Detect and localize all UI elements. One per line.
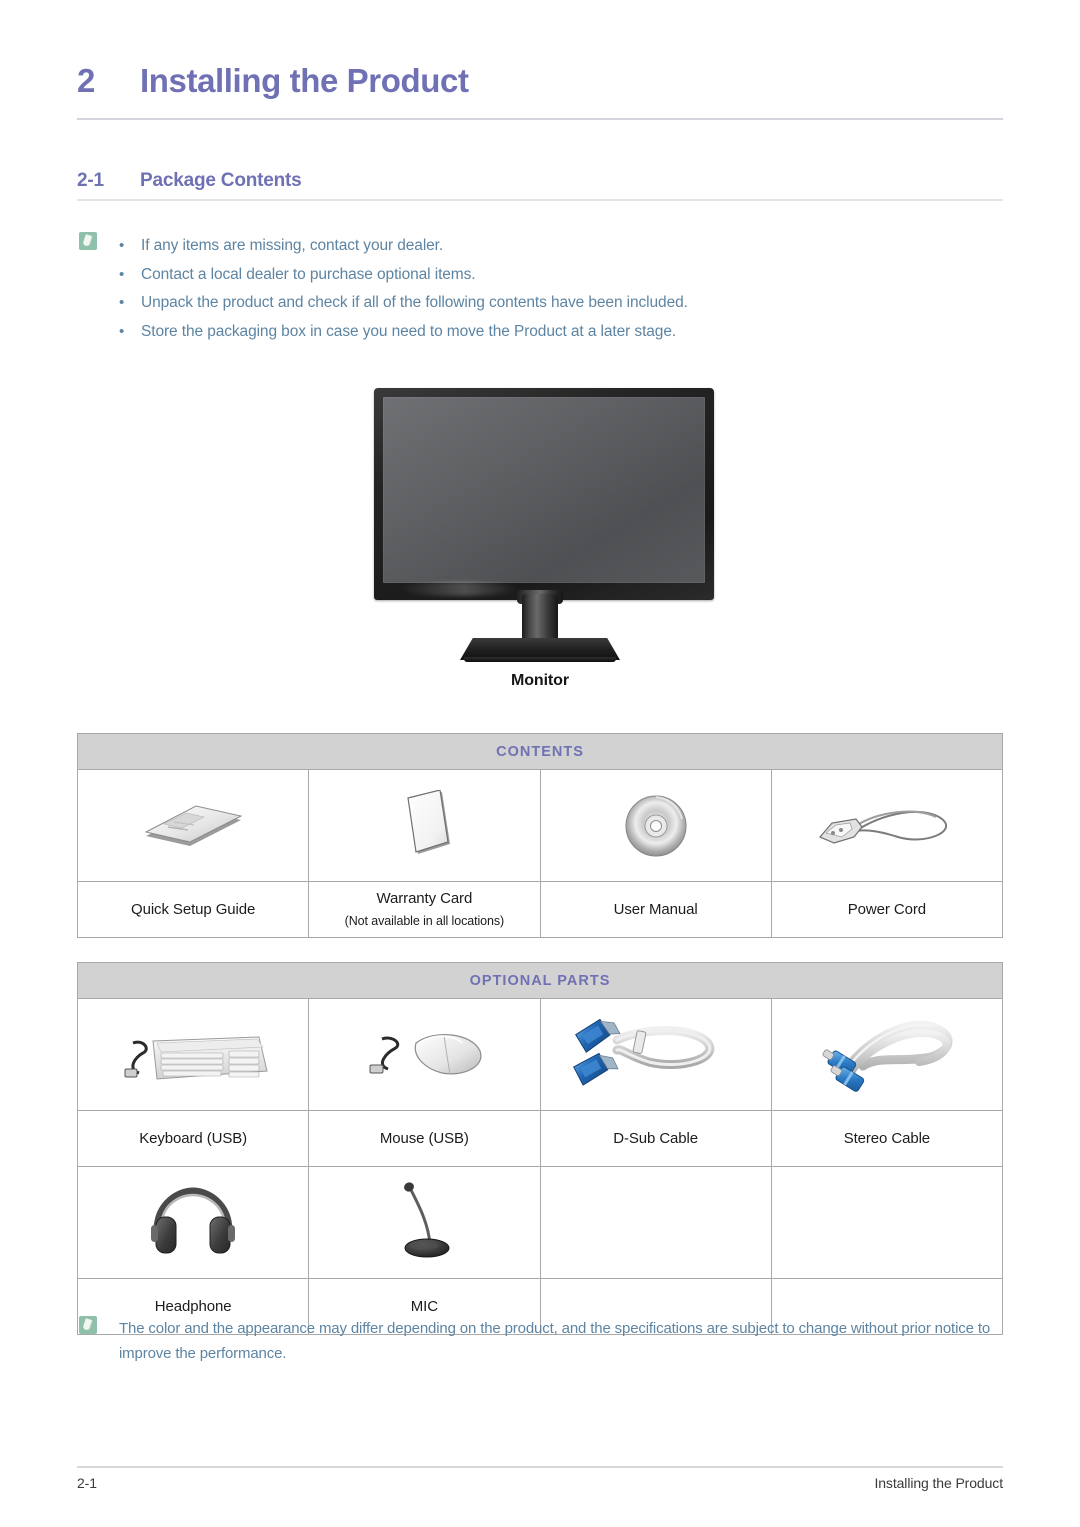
cd-disc-icon xyxy=(541,770,771,881)
label-quick-setup-guide: Quick Setup Guide xyxy=(76,881,310,938)
keyboard-icon xyxy=(78,999,308,1110)
headphone-icon xyxy=(78,1167,308,1278)
list-item-label: Store the packaging box in case you need… xyxy=(141,322,677,340)
note-bottom-text: The color and the appearance may differ … xyxy=(119,1320,991,1362)
table-row xyxy=(76,769,1004,882)
table-row xyxy=(76,1166,1004,1279)
cell-quick-setup-guide-image xyxy=(76,769,310,882)
label-stereo-cable: Stereo Cable xyxy=(770,1110,1004,1167)
cell-dsub-cable-image xyxy=(539,998,772,1111)
note-bullet-list: • If any items are missing, contact your… xyxy=(119,232,1003,346)
optional-parts-table-header: OPTIONAL PARTS xyxy=(77,962,1003,999)
monitor-figure: Monitor xyxy=(77,388,1003,708)
optional-parts-table: OPTIONAL PARTS Keyboard (USB) Mouse (USB… xyxy=(76,962,1004,1335)
chapter-heading: 2 Installing the Product xyxy=(77,62,1003,100)
table-header-row: CONTENTS xyxy=(77,733,1003,770)
list-item-label: Contact a local dealer to purchase optio… xyxy=(141,265,476,283)
item-label: Mouse (USB) xyxy=(379,1129,469,1147)
cell-mouse-image xyxy=(308,998,541,1111)
cell-keyboard-image xyxy=(76,998,310,1111)
chapter-number: 2 xyxy=(77,62,95,99)
monitor-caption: Monitor xyxy=(511,672,569,689)
cell-empty-image-1 xyxy=(539,1166,772,1279)
cell-stereo-cable-image xyxy=(770,998,1004,1111)
d-sub-cable-icon xyxy=(541,999,771,1110)
monitor-base-edge xyxy=(464,657,616,662)
microphone-icon xyxy=(309,1167,539,1278)
item-label: Power Cord xyxy=(847,900,926,918)
monitor-screen xyxy=(383,397,705,583)
note-icon xyxy=(79,232,97,250)
item-label: MIC xyxy=(410,1297,438,1315)
item-sublabel: (Not available in all locations) xyxy=(344,913,505,928)
note-block-top: • If any items are missing, contact your… xyxy=(79,232,1003,346)
chapter-divider xyxy=(77,118,1003,120)
bullet-glyph: • xyxy=(119,322,125,340)
mouse-icon xyxy=(309,999,539,1110)
note-block-bottom: The color and the appearance may differ … xyxy=(79,1316,1003,1366)
label-mouse: Mouse (USB) xyxy=(308,1110,541,1167)
section-title: Package Contents xyxy=(140,170,302,191)
table-header-row: OPTIONAL PARTS xyxy=(77,962,1003,999)
label-warranty-card: Warranty Card (Not available in all loca… xyxy=(308,881,541,938)
section-heading: 2-1 Package Contents xyxy=(77,170,1003,192)
list-item-label: Unpack the product and check if all of t… xyxy=(141,294,688,311)
list-item: • Contact a local dealer to purchase opt… xyxy=(119,261,1003,290)
chapter-title: Installing the Product xyxy=(140,62,469,99)
page-footer: 2-1 Installing the Product xyxy=(77,1475,1003,1491)
bullet-glyph: • xyxy=(119,237,125,254)
list-item-label: If any items are missing, contact your d… xyxy=(141,237,444,254)
table-row: Quick Setup Guide Warranty Card (Not ava… xyxy=(76,881,1004,938)
label-user-manual: User Manual xyxy=(539,881,772,938)
list-item: • Unpack the product and check if all of… xyxy=(119,289,1003,318)
document-page: 2 Installing the Product 2-1 Package Con… xyxy=(0,0,1080,1527)
power-cord-icon xyxy=(772,770,1002,881)
cell-user-manual-image xyxy=(539,769,772,882)
contents-table-header: CONTENTS xyxy=(77,733,1003,770)
footer-chapter-label: Installing the Product xyxy=(874,1475,1003,1491)
item-label: Headphone xyxy=(154,1297,232,1315)
booklet-icon xyxy=(78,770,308,881)
cell-empty-image-2 xyxy=(770,1166,1004,1279)
bullet-glyph: • xyxy=(119,265,125,283)
monitor-gloss xyxy=(399,582,519,596)
cell-headphone-image xyxy=(76,1166,310,1279)
item-label: User Manual xyxy=(613,900,698,918)
card-icon xyxy=(309,770,539,881)
bullet-glyph: • xyxy=(119,294,125,311)
table-row: Keyboard (USB) Mouse (USB) D-Sub Cable S… xyxy=(76,1110,1004,1167)
monitor-bezel xyxy=(374,388,714,600)
monitor-icon xyxy=(364,388,716,662)
item-label: D-Sub Cable xyxy=(613,1129,699,1147)
item-label: Warranty Card xyxy=(376,889,473,907)
section-divider xyxy=(77,199,1003,201)
contents-table: CONTENTS Quick Setup Guide Warranty Card… xyxy=(76,733,1004,938)
label-power-cord: Power Cord xyxy=(770,881,1004,938)
footer-divider xyxy=(77,1466,1003,1468)
list-item: • If any items are missing, contact your… xyxy=(119,232,1003,261)
item-label: Stereo Cable xyxy=(843,1129,931,1147)
item-label: Keyboard (USB) xyxy=(139,1129,248,1147)
table-row xyxy=(76,998,1004,1111)
list-item: • Store the packaging box in case you ne… xyxy=(119,318,1003,347)
note-icon xyxy=(79,1316,97,1334)
item-label: Quick Setup Guide xyxy=(131,900,256,918)
section-number: 2-1 xyxy=(77,170,104,191)
footer-page-number: 2-1 xyxy=(77,1475,97,1491)
cell-microphone-image xyxy=(308,1166,541,1279)
stereo-cable-icon xyxy=(772,999,1002,1110)
cell-warranty-card-image xyxy=(308,769,541,882)
label-dsub-cable: D-Sub Cable xyxy=(539,1110,772,1167)
cell-power-cord-image xyxy=(770,769,1004,882)
label-keyboard: Keyboard (USB) xyxy=(76,1110,310,1167)
